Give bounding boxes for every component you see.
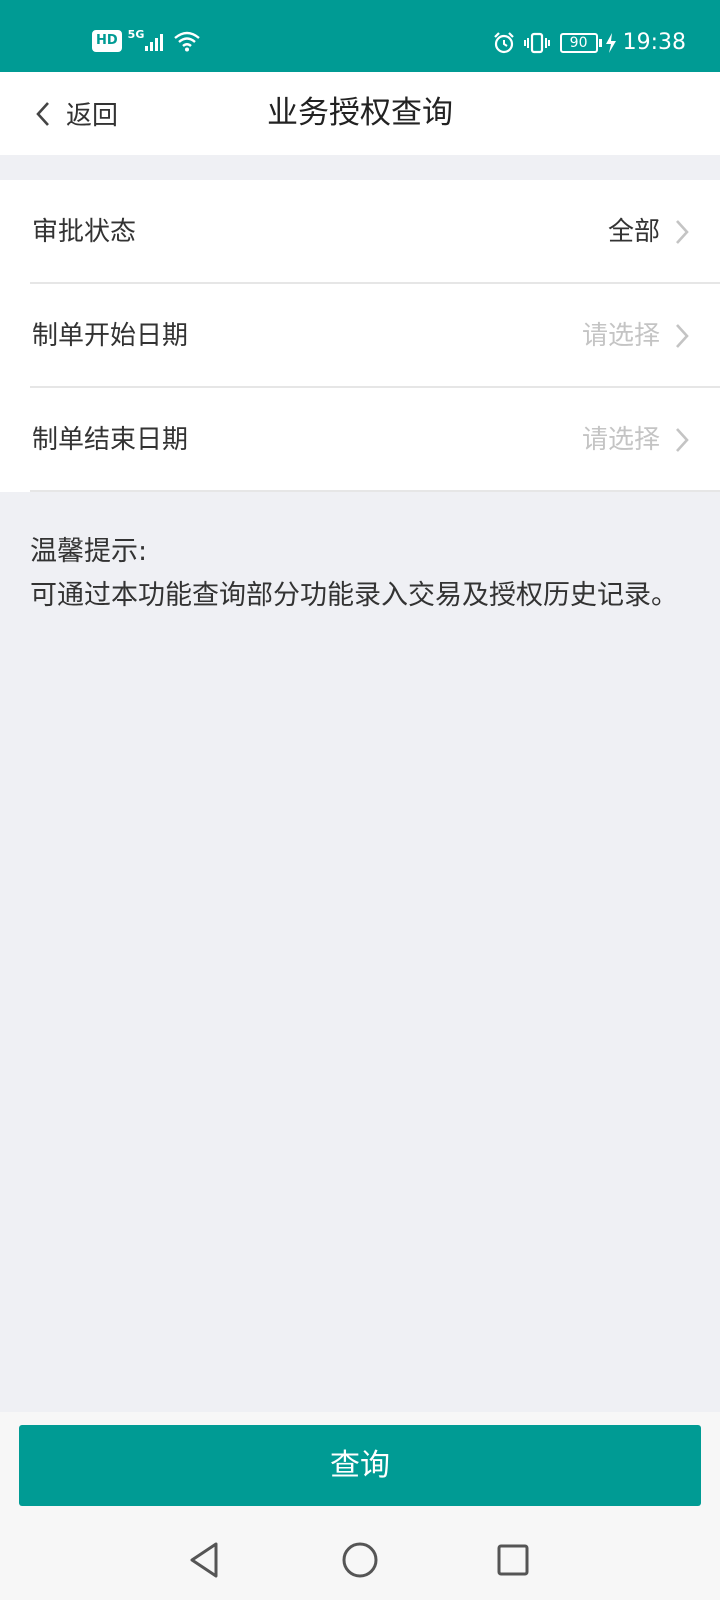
back-triangle-icon[interactable]: [183, 1538, 227, 1582]
nav-bar: 返回 业务授权查询: [0, 72, 720, 155]
chevron-right-icon: [676, 220, 689, 244]
approval-status-value: 全部: [607, 217, 660, 247]
recent-square-icon[interactable]: [491, 1538, 535, 1582]
home-circle-icon[interactable]: [338, 1538, 382, 1582]
chevron-right-icon: [676, 324, 689, 348]
status-left: HD 5G: [92, 27, 201, 52]
page: HD 5G 90 19:38 返回 业务授权查询 审批状态 全部 制单开始日期 …: [0, 0, 720, 1600]
battery-level: 90: [559, 32, 598, 53]
battery-tip: [598, 38, 602, 47]
query-button[interactable]: 查询: [19, 1425, 701, 1506]
network-type: 5G: [127, 27, 145, 41]
vibrate-icon: [523, 32, 550, 53]
battery-icon: 90: [559, 32, 602, 53]
system-nav-bar: [0, 1518, 720, 1600]
start-date-value: 请选择: [581, 321, 660, 351]
end-date-value: 请选择: [581, 425, 660, 455]
approval-status-row[interactable]: 审批状态 全部: [0, 180, 720, 284]
end-date-label: 制单结束日期: [32, 425, 189, 455]
start-date-row[interactable]: 制单开始日期 请选择: [0, 284, 720, 388]
divider: [30, 490, 720, 492]
chevron-right-icon: [676, 428, 689, 452]
hd-badge: HD: [92, 30, 122, 52]
tip-title: 温馨提示:: [30, 536, 148, 567]
status-right: 90 19:38: [492, 30, 686, 55]
tip-block: 温馨提示: 可通过本功能查询部分功能录入交易及授权历史记录。: [30, 530, 680, 618]
status-bar: HD 5G 90 19:38: [0, 0, 720, 72]
tip-text: 可通过本功能查询部分功能录入交易及授权历史记录。: [30, 580, 678, 611]
alarm-icon: [493, 31, 514, 53]
charging-icon: [605, 32, 616, 53]
signal-icon: [145, 31, 165, 51]
start-date-label: 制单开始日期: [32, 321, 189, 351]
wifi-icon: [174, 31, 201, 52]
approval-status-label: 审批状态: [32, 217, 137, 247]
status-time: 19:38: [622, 30, 686, 55]
end-date-row[interactable]: 制单结束日期 请选择: [0, 388, 720, 492]
chevron-left-icon: [36, 101, 49, 126]
back-label: 返回: [66, 101, 119, 131]
filter-form: 审批状态 全部 制单开始日期 请选择 制单结束日期 请选择: [0, 180, 720, 492]
back-button[interactable]: 返回: [34, 72, 118, 155]
